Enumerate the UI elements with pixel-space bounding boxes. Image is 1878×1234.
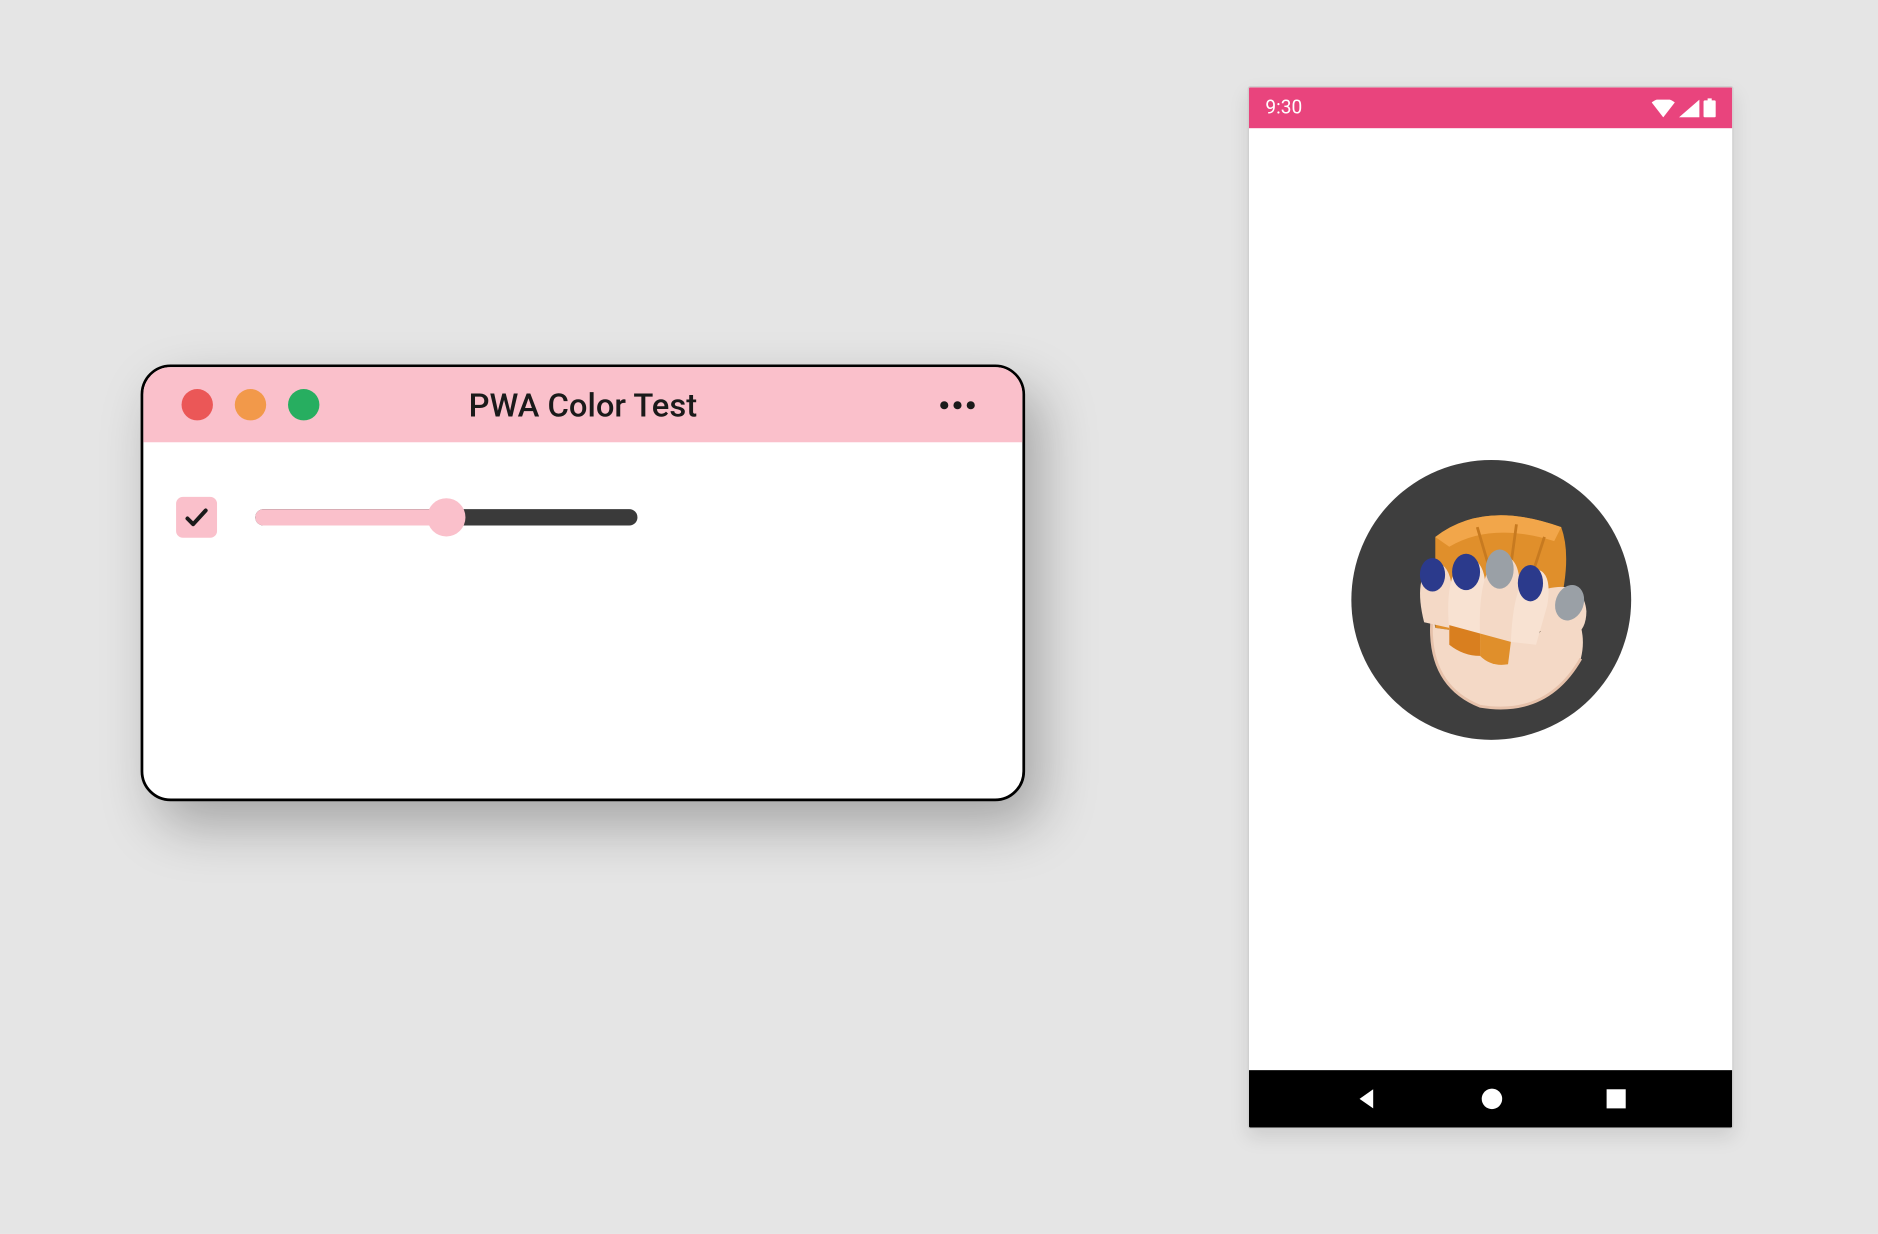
recents-button[interactable] — [1605, 1088, 1627, 1110]
slider[interactable] — [255, 498, 637, 536]
android-nav-bar — [1249, 1070, 1732, 1127]
status-bar-icons — [1652, 98, 1716, 117]
signal-icon — [1679, 99, 1699, 117]
battery-icon — [1704, 98, 1716, 117]
slider-thumb[interactable] — [427, 498, 465, 536]
desktop-pwa-window: PWA Color Test ••• — [141, 364, 1026, 801]
traffic-lights — [182, 389, 320, 420]
squoosh-hand-icon — [1351, 459, 1631, 739]
slider-fill — [255, 509, 446, 525]
canvas: PWA Color Test ••• 9:30 — [0, 0, 1878, 1234]
app-icon — [1351, 459, 1631, 739]
wifi-icon — [1652, 99, 1675, 117]
minimize-button[interactable] — [235, 389, 266, 420]
status-bar: 9:30 — [1249, 87, 1732, 128]
checkbox[interactable] — [176, 497, 217, 538]
window-body — [143, 442, 1022, 592]
more-horizontal-icon[interactable]: ••• — [939, 387, 979, 422]
status-bar-time: 9:30 — [1265, 97, 1302, 119]
check-icon — [183, 504, 210, 531]
maximize-button[interactable] — [288, 389, 319, 420]
back-button[interactable] — [1354, 1087, 1379, 1112]
window-title: PWA Color Test — [469, 386, 698, 424]
window-titlebar[interactable]: PWA Color Test ••• — [143, 367, 1022, 442]
close-button[interactable] — [182, 389, 213, 420]
home-button[interactable] — [1480, 1087, 1505, 1112]
phone-splash-screen — [1249, 128, 1732, 1070]
android-phone: 9:30 — [1248, 86, 1734, 1129]
